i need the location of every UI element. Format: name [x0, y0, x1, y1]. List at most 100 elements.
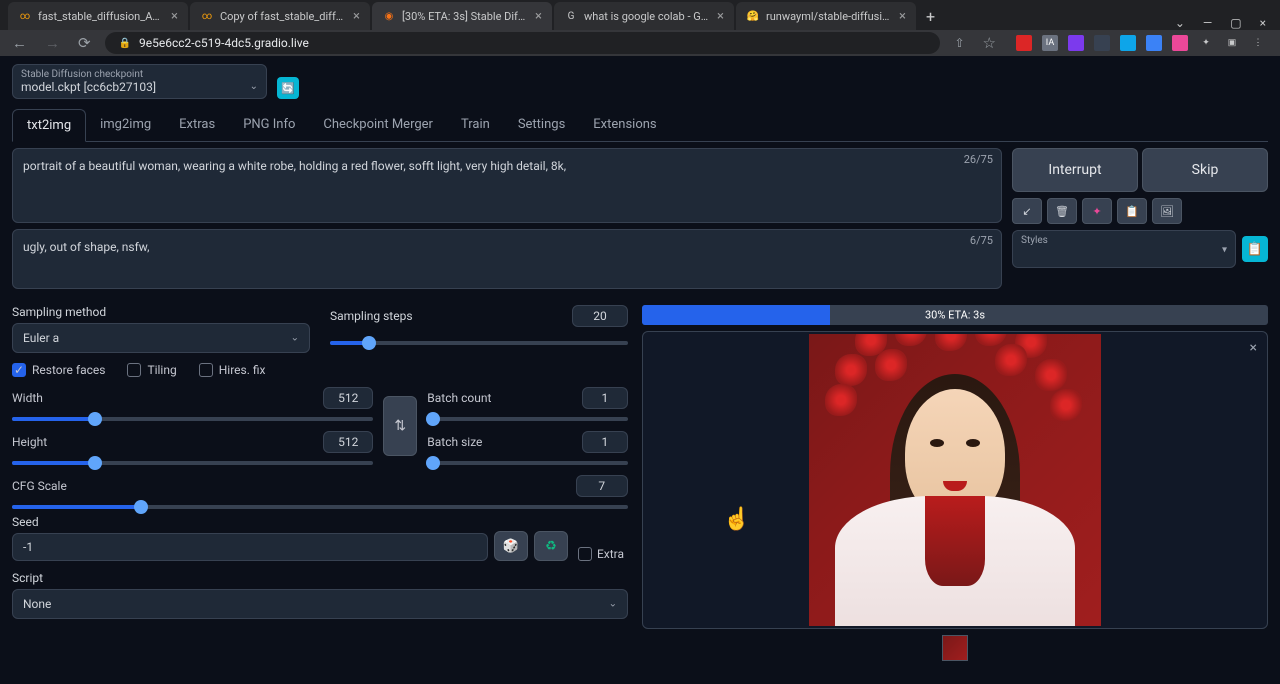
close-icon[interactable]: × — [171, 9, 178, 24]
browser-tab[interactable]: G what is google colab - Googl × — [554, 2, 734, 30]
sampling-method-select[interactable]: Euler a ⌄ — [12, 323, 310, 353]
star-icon[interactable]: ☆ — [979, 32, 1000, 54]
apply-styles-button[interactable]: 📋 — [1242, 236, 1268, 262]
negative-prompt-input[interactable]: ugly, out of shape, nsfw, 6/75 — [12, 229, 1002, 289]
styles-select[interactable]: Styles ▾ — [1012, 230, 1236, 268]
minimize-icon[interactable]: — — [1203, 16, 1212, 30]
ext-icon[interactable]: IA — [1042, 35, 1058, 51]
batch-count-value[interactable]: 1 — [582, 387, 628, 409]
swap-dimensions-button[interactable]: ⇅ — [383, 396, 417, 456]
browser-tab[interactable]: ∞ fast_stable_diffusion_AUTOMA × — [8, 2, 188, 30]
tab-txt2img[interactable]: txt2img — [12, 109, 86, 142]
ext-icon[interactable] — [1120, 35, 1136, 51]
tab-pnginfo[interactable]: PNG Info — [229, 109, 309, 141]
close-icon[interactable]: × — [717, 9, 724, 24]
address-bar: ← → ⟳ 🔒 9e5e6cc2-c519-4dc5.gradio.live ⇧… — [0, 30, 1280, 56]
checkpoint-value: model.ckpt [cc6cb27103] — [21, 80, 258, 94]
prompt-input[interactable]: portrait of a beautiful woman, wearing a… — [12, 148, 1002, 223]
back-icon[interactable]: ← — [8, 32, 31, 54]
output-image-container: × — [642, 331, 1268, 629]
tab-train[interactable]: Train — [447, 109, 504, 141]
random-seed-button[interactable]: 🎲 — [494, 531, 528, 561]
skip-button[interactable]: Skip — [1142, 148, 1268, 192]
lock-icon: 🔒 — [119, 38, 131, 49]
reuse-seed-button[interactable]: ♻ — [534, 531, 568, 561]
tiling-checkbox[interactable]: Tiling — [127, 363, 176, 377]
close-icon[interactable]: × — [1260, 16, 1266, 30]
sampling-steps-slider[interactable] — [330, 341, 628, 345]
checkbox-icon — [578, 547, 592, 561]
height-value[interactable]: 512 — [323, 431, 373, 453]
batch-count-slider[interactable] — [427, 417, 628, 421]
browser-tab[interactable]: ◉ [30% ETA: 3s] Stable Diffusion × — [372, 2, 552, 30]
trash-icon: 🗑 — [1055, 205, 1069, 218]
browser-tab[interactable]: 🤗 runwayml/stable-diffusion-v1 × — [736, 2, 916, 30]
extension-icons: IA ✦ ▣ ⋮ — [1010, 35, 1272, 51]
thumbnail[interactable] — [942, 635, 968, 661]
ext-icon[interactable] — [1094, 35, 1110, 51]
recycle-icon: ♻ — [545, 539, 557, 554]
tab-extras[interactable]: Extras — [165, 109, 229, 141]
styles-label: Styles — [1021, 235, 1227, 246]
checkbox-checked-icon: ✓ — [12, 363, 26, 377]
chevron-down-icon: ⌄ — [609, 599, 617, 610]
image-icon-button[interactable]: 🖼 — [1152, 198, 1182, 224]
neg-token-count: 6/75 — [970, 234, 993, 247]
chevron-down-icon[interactable]: ⌄ — [1175, 16, 1185, 30]
forward-icon[interactable]: → — [41, 32, 64, 54]
browser-chrome: ∞ fast_stable_diffusion_AUTOMA × ∞ Copy … — [0, 0, 1280, 56]
ext-icon[interactable] — [1068, 35, 1084, 51]
close-icon[interactable]: × — [535, 9, 542, 24]
height-slider[interactable] — [12, 461, 373, 465]
share-icon[interactable]: ⇧ — [950, 34, 968, 52]
token-count: 26/75 — [964, 153, 993, 166]
extensions-icon[interactable]: ✦ — [1198, 35, 1214, 51]
seed-input[interactable]: -1 — [12, 533, 488, 561]
progress-text: 30% ETA: 3s — [925, 309, 985, 322]
side-panel-icon[interactable]: ▣ — [1224, 35, 1240, 51]
interrupt-button[interactable]: Interrupt — [1012, 148, 1138, 192]
arrow-icon-button[interactable]: ↙ — [1012, 198, 1042, 224]
tab-title: [30% ETA: 3s] Stable Diffusion — [402, 10, 529, 23]
cfg-slider[interactable] — [12, 505, 628, 509]
trash-icon-button[interactable]: 🗑 — [1047, 198, 1077, 224]
extra-checkbox[interactable]: Extra — [574, 547, 628, 561]
ext-icon[interactable] — [1016, 35, 1032, 51]
menu-icon[interactable]: ⋮ — [1250, 35, 1266, 51]
sampling-steps-value[interactable]: 20 — [572, 305, 628, 327]
refresh-checkpoint-button[interactable]: 🔄 — [277, 77, 299, 99]
prompt-text: portrait of a beautiful woman, wearing a… — [23, 159, 991, 173]
tab-title: runwayml/stable-diffusion-v1 — [766, 10, 893, 23]
url-field[interactable]: 🔒 9e5e6cc2-c519-4dc5.gradio.live — [105, 32, 941, 54]
checkpoint-select[interactable]: Stable Diffusion checkpoint model.ckpt [… — [12, 64, 267, 99]
hires-fix-checkbox[interactable]: Hires. fix — [199, 363, 266, 377]
url-text: 9e5e6cc2-c519-4dc5.gradio.live — [139, 36, 309, 50]
close-icon[interactable]: × — [353, 9, 360, 24]
dice-icon: 🎲 — [503, 539, 519, 554]
width-slider[interactable] — [12, 417, 373, 421]
cfg-value[interactable]: 7 — [576, 475, 628, 497]
clipboard-icon-button[interactable]: 📋 — [1117, 198, 1147, 224]
output-image[interactable] — [809, 334, 1101, 626]
tab-settings[interactable]: Settings — [504, 109, 579, 141]
maximize-icon[interactable]: ▢ — [1230, 16, 1241, 30]
wand-icon-button[interactable]: ✦ — [1082, 198, 1112, 224]
tab-img2img[interactable]: img2img — [86, 109, 165, 141]
ext-icon[interactable] — [1172, 35, 1188, 51]
browser-tab[interactable]: ∞ Copy of fast_stable_diffusion × — [190, 2, 370, 30]
batch-size-slider[interactable] — [427, 461, 628, 465]
new-tab-button[interactable]: + — [918, 3, 943, 30]
batch-size-value[interactable]: 1 — [582, 431, 628, 453]
ext-icon[interactable] — [1146, 35, 1162, 51]
width-label: Width — [12, 391, 323, 405]
close-icon[interactable]: × — [1250, 340, 1257, 356]
width-value[interactable]: 512 — [323, 387, 373, 409]
chevron-down-icon: ▾ — [1222, 245, 1227, 256]
tab-checkpoint-merger[interactable]: Checkpoint Merger — [309, 109, 447, 141]
image-icon: 🖼 — [1160, 205, 1174, 218]
script-select[interactable]: None ⌄ — [12, 589, 628, 619]
tab-extensions[interactable]: Extensions — [579, 109, 670, 141]
restore-faces-checkbox[interactable]: ✓ Restore faces — [12, 363, 105, 377]
close-icon[interactable]: × — [899, 9, 906, 24]
reload-icon[interactable]: ⟳ — [74, 32, 95, 54]
